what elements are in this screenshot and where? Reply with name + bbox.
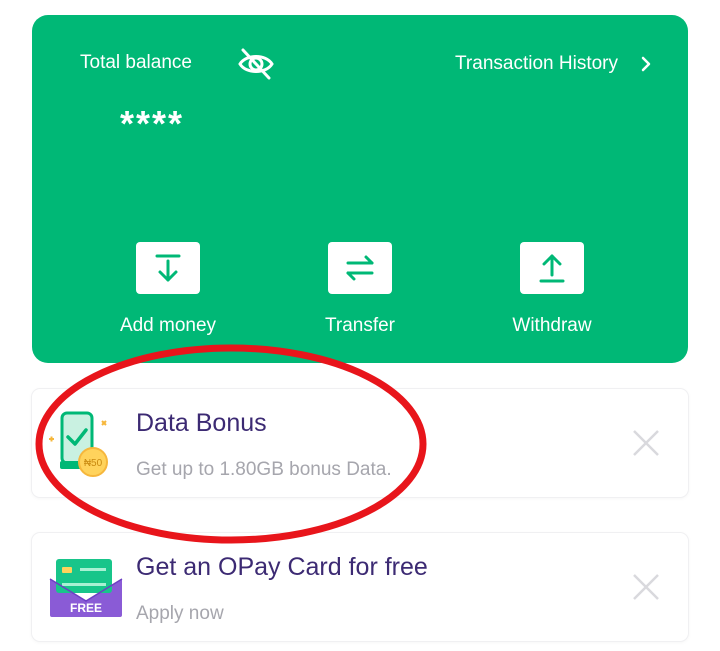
transaction-history-label: Transaction History xyxy=(455,53,618,74)
add-money-label: Add money xyxy=(119,315,217,336)
transfer-button[interactable]: Transfer xyxy=(280,242,440,337)
arrow-up-from-tray-icon xyxy=(520,242,584,294)
phone-check-coin-icon: ₦50 xyxy=(46,409,126,484)
card-envelope-free-icon: FREE xyxy=(46,555,126,626)
transaction-history-link[interactable]: Transaction History xyxy=(455,53,652,75)
data-bonus-promo-card[interactable]: ₦50 Data Bonus Get up to 1.80GB bonus Da… xyxy=(32,389,688,497)
balance-amount: **** xyxy=(120,103,185,144)
balance-card: Total balance **** Transaction History A… xyxy=(32,15,688,363)
data-bonus-subtitle: Get up to 1.80GB bonus Data. xyxy=(136,459,392,480)
free-badge-text: FREE xyxy=(70,601,102,615)
arrow-down-into-tray-icon xyxy=(136,242,200,294)
withdraw-button[interactable]: Withdraw xyxy=(472,242,632,337)
close-icon[interactable] xyxy=(630,427,662,459)
chevron-right-icon xyxy=(640,56,652,72)
opay-card-promo-card[interactable]: FREE Get an OPay Card for free Apply now xyxy=(32,533,688,641)
withdraw-label: Withdraw xyxy=(512,315,592,336)
transfer-label: Transfer xyxy=(324,315,396,336)
swap-arrows-icon xyxy=(328,242,392,294)
coin-badge-text: ₦50 xyxy=(84,458,103,469)
close-icon[interactable] xyxy=(630,571,662,603)
opay-card-title: Get an OPay Card for free xyxy=(136,553,428,581)
total-balance-label: Total balance xyxy=(80,52,192,73)
opay-card-subtitle: Apply now xyxy=(136,603,224,624)
hide-balance-eye-off-icon[interactable] xyxy=(234,45,278,83)
data-bonus-title: Data Bonus xyxy=(136,409,267,437)
add-money-button[interactable]: Add money xyxy=(88,242,248,337)
